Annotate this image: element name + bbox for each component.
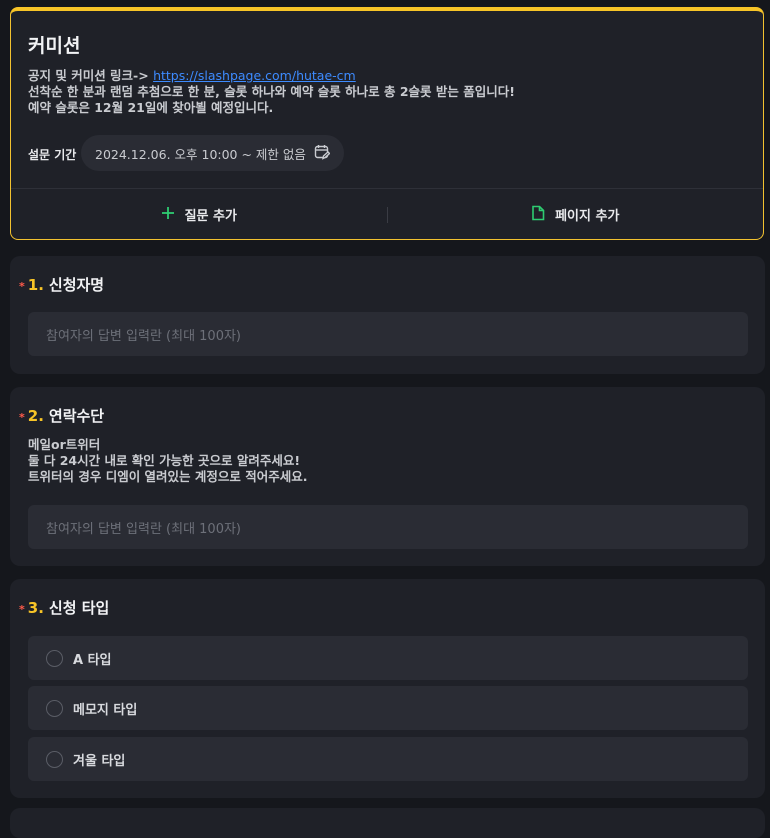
survey-header-card: 커미션 공지 및 커미션 링크-> https://slashpage.com/… [10,7,764,240]
answer-input-1[interactable]: 참여자의 답변 입력란 (최대 100자) [28,312,748,356]
description-line-3: 예약 슬롯은 12월 21일에 찾아뵐 예정입니다. [28,100,274,115]
header-actions: 질문 추가 페이지 추가 [11,189,763,240]
description-line: 트위터의 경우 디엠이 열려있는 계정으로 적어주세요. [28,469,308,484]
required-mark: * [19,411,25,424]
option-label: 메모지 타입 [73,702,138,718]
plus-icon [161,206,175,224]
calendar-edit-icon [314,144,331,163]
survey-description: 공지 및 커미션 링크-> https://slashpage.com/huta… [28,68,515,116]
page-icon [531,205,545,225]
radio-circle-icon [46,750,63,768]
period-value: 2024.12.06. 오후 10:00 ~ 제한 없음 [95,146,306,162]
add-question-button[interactable]: 질문 추가 [11,205,387,224]
notice-prefix: 공지 및 커미션 링크-> [28,68,154,83]
answer-input-2[interactable]: 참여자의 답변 입력란 (최대 100자) [28,505,748,549]
next-question-card [10,808,765,838]
survey-title: 커미션 [28,35,81,57]
period-selector[interactable]: 2024.12.06. 오후 10:00 ~ 제한 없음 [81,135,344,171]
question-title-1: * 1. 신청자명 [19,274,104,295]
option-winter-type[interactable]: 겨울 타입 [28,737,748,781]
add-page-label: 페이지 추가 [555,209,620,224]
question-number: 2. [27,407,44,425]
add-page-button[interactable]: 페이지 추가 [388,205,764,225]
question-title-3: * 3. 신청 타입 [19,597,109,618]
description-line: 메일or트위터 [28,437,101,452]
question-title-2: * 2. 연락수단 [19,405,104,426]
radio-circle-icon [46,699,63,717]
question-title-text: 신청 타입 [48,599,110,617]
description-line: 둘 다 24시간 내로 확인 가능한 곳으로 알려주세요! [28,453,301,468]
question-number: 1. [27,276,44,294]
question-card-1: * 1. 신청자명 참여자의 답변 입력란 (최대 100자) [10,256,765,374]
period-label: 설문 기간 [28,148,77,162]
option-memo-type[interactable]: 메모지 타입 [28,686,748,730]
option-label: 겨울 타입 [73,753,126,769]
add-question-label: 질문 추가 [184,209,237,224]
question-title-text: 신청자명 [48,276,105,294]
option-a-type[interactable]: A 타입 [28,636,748,680]
question-description-2: 메일or트위터 둘 다 24시간 내로 확인 가능한 곳으로 알려주세요! 트위… [28,437,308,485]
description-line-2: 선착순 한 분과 랜덤 추첨으로 한 분, 슬롯 하나와 예약 슬롯 하나로 총… [28,84,515,99]
notice-link[interactable]: https://slashpage.com/hutae-cm [153,68,356,83]
question-number: 3. [27,599,44,617]
option-label: A 타입 [73,652,112,668]
question-title-text: 연락수단 [48,407,105,425]
required-mark: * [19,603,25,616]
required-mark: * [19,280,25,293]
question-card-3: * 3. 신청 타입 A 타입 메모지 타입 겨울 타입 [10,579,765,798]
radio-circle-icon [46,649,63,667]
question-card-2: * 2. 연락수단 메일or트위터 둘 다 24시간 내로 확인 가능한 곳으로… [10,387,765,566]
